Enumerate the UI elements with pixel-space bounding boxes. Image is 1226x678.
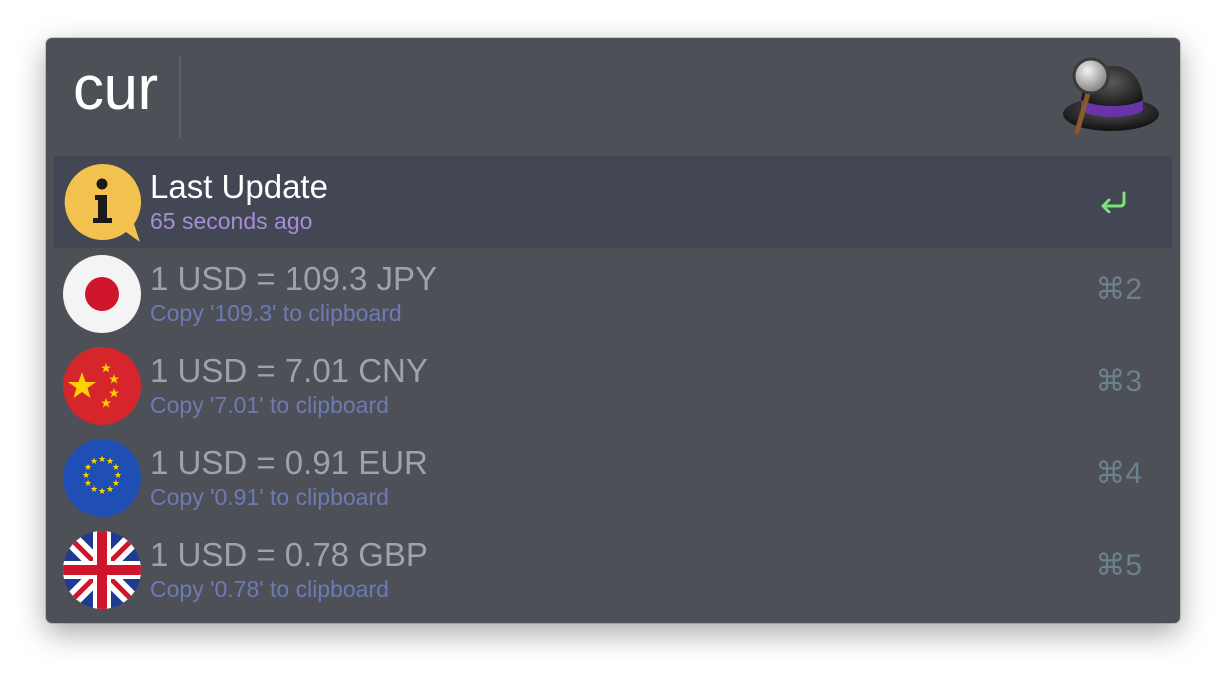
result-row-last-update[interactable]: Last Update 65 seconds ago — [54, 156, 1172, 248]
result-row-jpy[interactable]: 1 USD = 109.3 JPY Copy '109.3' to clipbo… — [54, 248, 1172, 340]
result-title: 1 USD = 0.78 GBP — [150, 536, 428, 573]
shortcut-label: ⌘4 — [1095, 457, 1142, 490]
japan-flag-icon — [63, 255, 141, 333]
alfred-window: cur Last Update 65 seconds ago 1 USD = 1… — [46, 38, 1180, 623]
uk-flag-icon — [63, 531, 141, 609]
svg-text:★: ★ — [106, 485, 114, 495]
result-subtitle: Copy '0.78' to clipboard — [150, 576, 389, 602]
shortcut-label: ⌘5 — [1095, 549, 1142, 582]
svg-text:★: ★ — [98, 455, 106, 465]
alfred-hat-icon — [1063, 57, 1159, 135]
result-subtitle: Copy '7.01' to clipboard — [150, 392, 389, 418]
return-icon — [1101, 191, 1126, 213]
result-subtitle: 65 seconds ago — [150, 208, 313, 234]
search-input[interactable]: cur — [73, 58, 158, 120]
china-flag-icon — [63, 347, 141, 425]
eu-flag-icon: ★ ★ ★ ★ ★ ★ ★ ★ ★ ★ ★ ★ — [63, 439, 141, 517]
result-title: 1 USD = 0.91 EUR — [150, 444, 428, 481]
search-bar[interactable]: cur — [46, 38, 1180, 156]
results-list: Last Update 65 seconds ago 1 USD = 109.3… — [54, 156, 1172, 616]
svg-text:★: ★ — [98, 487, 106, 497]
shortcut-label: ⌘3 — [1095, 365, 1142, 398]
result-title: 1 USD = 7.01 CNY — [150, 352, 428, 389]
search-divider — [179, 56, 181, 138]
result-row-eur[interactable]: ★ ★ ★ ★ ★ ★ ★ ★ ★ ★ ★ ★ 1 USD = 0.91 EUR… — [54, 432, 1172, 524]
result-subtitle: Copy '0.91' to clipboard — [150, 484, 389, 510]
result-title: Last Update — [150, 168, 328, 205]
svg-text:★: ★ — [90, 457, 98, 467]
shortcut-label: ⌘2 — [1095, 273, 1142, 306]
result-row-gbp[interactable]: 1 USD = 0.78 GBP Copy '0.78' to clipboar… — [54, 524, 1172, 616]
result-title: 1 USD = 109.3 JPY — [150, 260, 438, 297]
result-subtitle: Copy '109.3' to clipboard — [150, 300, 402, 326]
info-icon — [64, 163, 142, 242]
result-row-cny[interactable]: 1 USD = 7.01 CNY Copy '7.01' to clipboar… — [54, 340, 1172, 432]
